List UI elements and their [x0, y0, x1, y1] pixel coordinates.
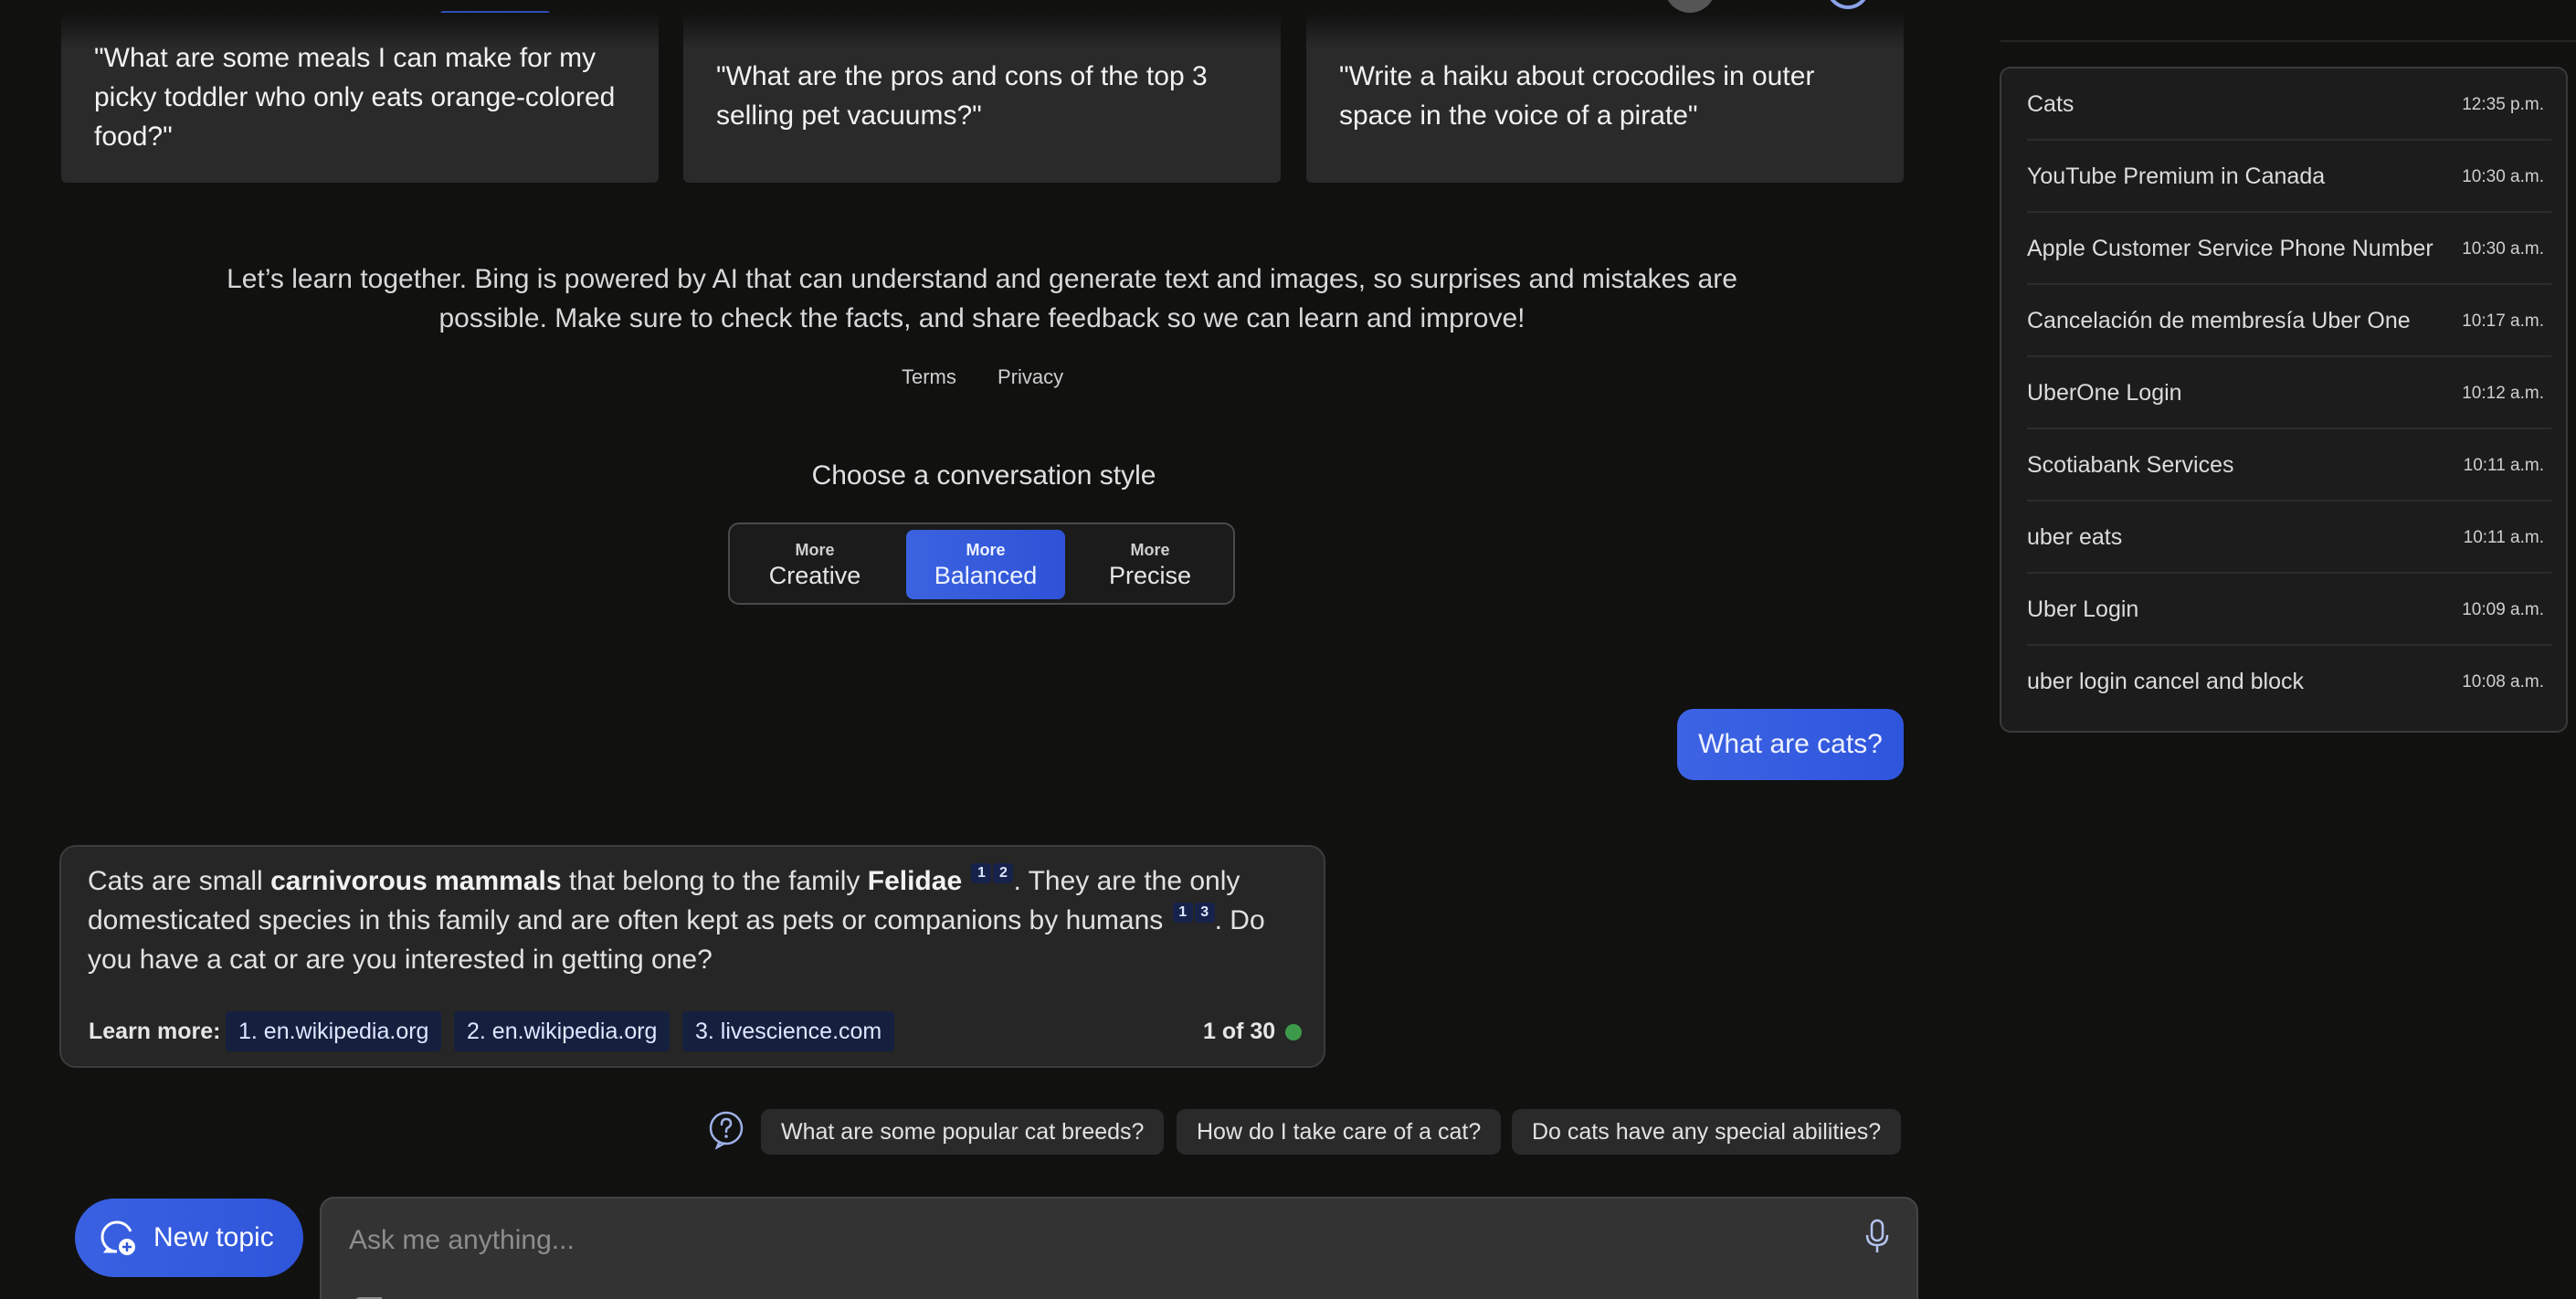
- bot-text-part: Cats are small: [88, 866, 271, 896]
- recent-item-title: uber login cancel and block: [2027, 669, 2304, 694]
- avatar[interactable]: [1664, 0, 1716, 13]
- source-link[interactable]: 3. livescience.com: [682, 1011, 895, 1051]
- fade-overlay: [1306, 13, 1904, 49]
- style-option-balanced[interactable]: More Balanced: [906, 530, 1065, 599]
- new-topic-button[interactable]: New topic: [75, 1199, 303, 1277]
- citation-marker[interactable]: 1: [971, 863, 992, 883]
- recent-item-title: Cats: [2027, 91, 2075, 117]
- prompt-card-text: "Write a haiku about crocodiles in outer…: [1339, 61, 1815, 131]
- new-topic-label: New topic: [153, 1222, 274, 1252]
- prompt-card-text: "What are some meals I can make for my p…: [94, 43, 616, 152]
- style-option-label: Precise: [1108, 562, 1192, 589]
- recent-item[interactable]: Scotiabank Services 10:11 a.m.: [2027, 429, 2551, 502]
- bot-text-part: that belong to the family: [561, 866, 868, 896]
- recent-item-title: YouTube Premium in Canada: [2027, 164, 2326, 189]
- new-chat-icon: [100, 1220, 135, 1255]
- recent-item[interactable]: UberOne Login 10:12 a.m.: [2027, 357, 2551, 429]
- terms-link[interactable]: Terms: [902, 365, 956, 389]
- profile-ring-icon[interactable]: [1825, 0, 1871, 9]
- chat-composer: [320, 1197, 1918, 1299]
- citation-marker[interactable]: 3: [1194, 903, 1215, 923]
- recent-item-time: 10:30 a.m.: [2462, 167, 2544, 186]
- microphone-icon[interactable]: [1863, 1219, 1891, 1255]
- bot-message-bubble: Cats are small carnivorous mammals that …: [59, 845, 1325, 1068]
- recent-activity-panel: Cats 12:35 p.m. YouTube Premium in Canad…: [2000, 67, 2568, 733]
- recent-item[interactable]: uber login cancel and block 10:08 a.m.: [2027, 646, 2551, 718]
- source-link[interactable]: 2. en.wikipedia.org: [454, 1011, 670, 1051]
- status-dot: [1285, 1024, 1302, 1040]
- recent-item-time: 10:08 a.m.: [2462, 672, 2544, 692]
- style-option-label: Creative: [768, 562, 861, 589]
- suggestion-chip[interactable]: What are some popular cat breeds?: [761, 1109, 1165, 1155]
- citation-marker[interactable]: 2: [993, 863, 1014, 883]
- recent-item-time: 10:09 a.m.: [2462, 600, 2544, 619]
- prompt-card-vacuums[interactable]: "What are the pros and cons of the top 3…: [683, 13, 1281, 183]
- turn-counter: 1 of 30: [1203, 1019, 1276, 1044]
- conversation-style-title: Choose a conversation style: [811, 460, 1156, 491]
- bot-text-bold: carnivorous mammals: [270, 866, 562, 896]
- ask-input[interactable]: [349, 1220, 1811, 1261]
- style-option-prefix: More: [795, 541, 835, 559]
- style-option-label: Balanced: [934, 562, 1038, 589]
- conversation-style-selector: More Creative More Balanced More Precise: [728, 523, 1235, 605]
- prompt-card-toddler[interactable]: "What are some meals I can make for my p…: [61, 13, 659, 183]
- recent-item[interactable]: Cancelación de membresía Uber One 10:17 …: [2027, 285, 2551, 357]
- recent-item-title: UberOne Login: [2027, 380, 2182, 406]
- recent-item-time: 10:11 a.m.: [2463, 456, 2544, 475]
- recent-item[interactable]: uber eats 10:11 a.m.: [2027, 502, 2551, 574]
- privacy-link[interactable]: Privacy: [998, 365, 1063, 389]
- style-option-prefix: More: [966, 541, 1006, 559]
- recent-item[interactable]: Uber Login 10:09 a.m.: [2027, 574, 2551, 646]
- style-option-precise[interactable]: More Precise: [1071, 530, 1230, 599]
- recent-item-time: 10:12 a.m.: [2462, 384, 2544, 403]
- suggestion-chip[interactable]: Do cats have any special abilities?: [1512, 1109, 1902, 1155]
- prompt-card-text: "What are the pros and cons of the top 3…: [716, 61, 1208, 131]
- recent-item-time: 10:30 a.m.: [2462, 239, 2544, 259]
- suggestion-chip[interactable]: How do I take care of a cat?: [1177, 1109, 1502, 1155]
- fade-overlay: [683, 13, 1281, 49]
- prompt-card-haiku[interactable]: "Write a haiku about crocodiles in outer…: [1306, 13, 1904, 183]
- help-icon: [709, 1111, 744, 1149]
- citation-marker[interactable]: 1: [1172, 903, 1193, 923]
- ai-disclaimer: Let’s learn together. Bing is powered by…: [227, 264, 1737, 333]
- recent-item[interactable]: YouTube Premium in Canada 10:30 a.m.: [2027, 141, 2551, 213]
- recent-item[interactable]: Cats 12:35 p.m.: [2027, 69, 2551, 141]
- recent-item-time: 10:11 a.m.: [2463, 528, 2544, 547]
- divider: [2001, 40, 2576, 42]
- learn-more-label: Learn more:: [89, 1019, 221, 1044]
- recent-item-time: 12:35 p.m.: [2462, 95, 2544, 114]
- recent-item-title: Uber Login: [2027, 597, 2139, 622]
- recent-item-title: uber eats: [2027, 524, 2123, 550]
- style-option-prefix: More: [1130, 541, 1170, 559]
- recent-item-title: Cancelación de membresía Uber One: [2027, 308, 2411, 333]
- source-link[interactable]: 1. en.wikipedia.org: [226, 1011, 442, 1051]
- bot-text-bold: Felidae: [867, 866, 963, 896]
- recent-item-time: 10:17 a.m.: [2462, 312, 2544, 331]
- fade-overlay: [61, 13, 659, 49]
- user-message-bubble: What are cats?: [1677, 709, 1904, 780]
- recent-item[interactable]: Apple Customer Service Phone Number 10:3…: [2027, 213, 2551, 285]
- style-option-creative[interactable]: More Creative: [735, 530, 894, 599]
- recent-item-title: Scotiabank Services: [2027, 452, 2234, 478]
- bot-message-text: Cats are small carnivorous mammals that …: [88, 861, 1312, 979]
- recent-item-title: Apple Customer Service Phone Number: [2027, 236, 2433, 261]
